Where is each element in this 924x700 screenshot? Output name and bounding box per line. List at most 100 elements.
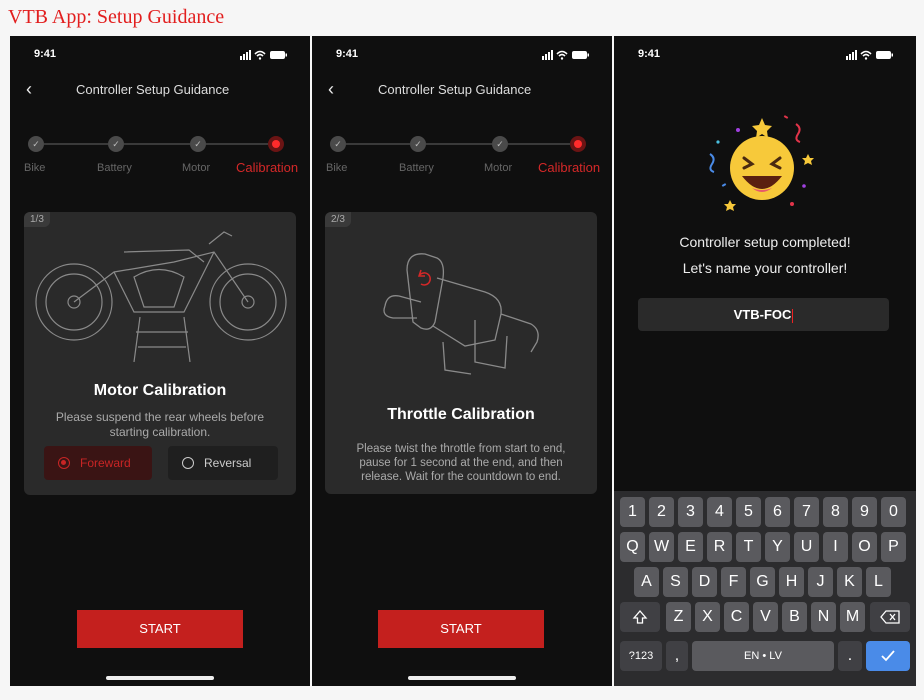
key-g[interactable]: G bbox=[750, 567, 775, 597]
key-m[interactable]: M bbox=[840, 602, 865, 632]
key-y[interactable]: Y bbox=[765, 532, 790, 562]
wifi-icon bbox=[254, 50, 266, 60]
key-s[interactable]: S bbox=[663, 567, 688, 597]
wifi-icon bbox=[556, 50, 568, 60]
foreward-radio-option[interactable]: Foreward bbox=[44, 446, 152, 480]
status-icons bbox=[240, 50, 287, 60]
status-time: 9:41 bbox=[638, 48, 661, 60]
controller-name-input[interactable]: VTB-FOC bbox=[638, 298, 889, 331]
key-4[interactable]: 4 bbox=[707, 497, 732, 527]
battery-icon bbox=[876, 51, 893, 59]
status-bar: 9:41 bbox=[614, 48, 916, 62]
key-t[interactable]: T bbox=[736, 532, 761, 562]
start-button[interactable]: START bbox=[77, 610, 243, 648]
step-calibration-active-icon bbox=[268, 136, 284, 152]
name-prompt: Let's name your controller! bbox=[682, 260, 848, 276]
card-description: Please suspend the rear wheels before st… bbox=[55, 410, 265, 439]
period-key[interactable]: . bbox=[838, 641, 862, 671]
key-7[interactable]: 7 bbox=[794, 497, 819, 527]
key-j[interactable]: J bbox=[808, 567, 833, 597]
key-6[interactable]: 6 bbox=[765, 497, 790, 527]
key-8[interactable]: 8 bbox=[823, 497, 848, 527]
radio-unselected-icon bbox=[182, 457, 194, 469]
key-v[interactable]: V bbox=[753, 602, 778, 632]
key-l[interactable]: L bbox=[866, 567, 891, 597]
page-heading: VTB App: Setup Guidance bbox=[8, 6, 225, 28]
step-label-calibration: Calibration bbox=[538, 160, 601, 175]
status-bar: 9:41 bbox=[312, 48, 612, 62]
key-3[interactable]: 3 bbox=[678, 497, 703, 527]
status-time: 9:41 bbox=[336, 48, 359, 60]
backspace-key[interactable] bbox=[870, 602, 910, 632]
start-button[interactable]: START bbox=[378, 610, 544, 648]
key-2[interactable]: 2 bbox=[649, 497, 674, 527]
done-key[interactable] bbox=[866, 641, 910, 671]
key-n[interactable]: N bbox=[811, 602, 836, 632]
signal-icon bbox=[542, 50, 553, 60]
checkmark-icon bbox=[881, 650, 895, 662]
status-icons bbox=[846, 50, 893, 60]
key-c[interactable]: C bbox=[724, 602, 749, 632]
onscreen-keyboard: 1234567890 QWERTYUIOP ASDFGHJKL ZXCVBNM … bbox=[614, 491, 916, 686]
status-bar: 9:41 bbox=[10, 48, 310, 62]
signal-icon bbox=[240, 50, 251, 60]
battery-icon bbox=[270, 51, 287, 59]
card-title: Motor Calibration bbox=[93, 382, 227, 399]
key-h[interactable]: H bbox=[779, 567, 804, 597]
step-motor-check-icon: ✓ bbox=[190, 136, 206, 152]
status-time: 9:41 bbox=[34, 48, 57, 60]
key-w[interactable]: W bbox=[649, 532, 674, 562]
progress-stepper: ✓ ✓ ✓ Bike Battery Motor Calibration bbox=[10, 136, 310, 176]
home-indicator[interactable] bbox=[106, 676, 214, 680]
key-o[interactable]: O bbox=[852, 532, 877, 562]
space-key[interactable]: EN • LV bbox=[692, 641, 834, 671]
key-p[interactable]: P bbox=[881, 532, 906, 562]
key-x[interactable]: X bbox=[695, 602, 720, 632]
key-f[interactable]: F bbox=[721, 567, 746, 597]
key-z[interactable]: Z bbox=[666, 602, 691, 632]
battery-icon bbox=[572, 51, 589, 59]
nav-title: Controller Setup Guidance bbox=[378, 82, 532, 97]
radio-selected-icon bbox=[58, 457, 70, 469]
step-motor-check-icon: ✓ bbox=[492, 136, 508, 152]
motor-calibration-screen: 9:41 ‹ Controller Setup Guidance ✓ ✓ ✓ B… bbox=[10, 36, 310, 686]
key-a[interactable]: A bbox=[634, 567, 659, 597]
step-battery-check-icon: ✓ bbox=[108, 136, 124, 152]
status-icons bbox=[542, 50, 589, 60]
shift-key[interactable] bbox=[620, 602, 660, 632]
back-icon[interactable]: ‹ bbox=[26, 80, 32, 98]
key-q[interactable]: Q bbox=[620, 532, 645, 562]
text-cursor bbox=[792, 308, 794, 323]
symbols-key[interactable]: ?123 bbox=[620, 641, 662, 671]
card-description: Please twist the throttle from start to … bbox=[356, 443, 566, 483]
key-b[interactable]: B bbox=[782, 602, 807, 632]
step-battery-check-icon: ✓ bbox=[410, 136, 426, 152]
key-0[interactable]: 0 bbox=[881, 497, 906, 527]
key-k[interactable]: K bbox=[837, 567, 862, 597]
nav-title: Controller Setup Guidance bbox=[76, 82, 230, 97]
comma-key[interactable]: , bbox=[666, 641, 688, 671]
key-u[interactable]: U bbox=[794, 532, 819, 562]
name-controller-screen: 9:41 Controller setup completed! Let's n… bbox=[614, 36, 916, 686]
back-icon[interactable]: ‹ bbox=[328, 80, 334, 98]
shift-icon bbox=[632, 610, 648, 624]
progress-stepper: ✓ ✓ ✓ Bike Battery Motor Calibration bbox=[312, 136, 612, 176]
motor-calibration-card: 1/3 Motor Calibration Please suspend the… bbox=[24, 212, 296, 495]
option-label: Reversal bbox=[204, 456, 252, 470]
step-calibration-active-icon bbox=[570, 136, 586, 152]
throttle-grip-illustration bbox=[383, 253, 539, 375]
reversal-radio-option[interactable]: Reversal bbox=[168, 446, 278, 480]
key-5[interactable]: 5 bbox=[736, 497, 761, 527]
signal-icon bbox=[846, 50, 857, 60]
step-label-battery: Battery bbox=[399, 162, 434, 174]
step-label-bike: Bike bbox=[24, 162, 46, 174]
key-9[interactable]: 9 bbox=[852, 497, 877, 527]
key-d[interactable]: D bbox=[692, 567, 717, 597]
key-r[interactable]: R bbox=[707, 532, 732, 562]
step-bike-check-icon: ✓ bbox=[330, 136, 346, 152]
home-indicator[interactable] bbox=[408, 676, 516, 680]
key-1[interactable]: 1 bbox=[620, 497, 645, 527]
key-i[interactable]: I bbox=[823, 532, 848, 562]
step-label-calibration: Calibration bbox=[236, 160, 299, 175]
key-e[interactable]: E bbox=[678, 532, 703, 562]
